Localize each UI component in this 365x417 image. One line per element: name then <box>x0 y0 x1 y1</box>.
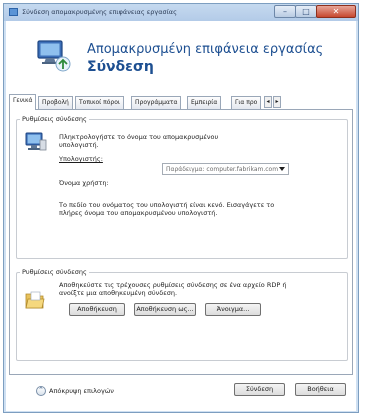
remote-desktop-window: Σύνδεση απομακρυσμένης επιφάνειας εργασί… <box>3 3 359 413</box>
tab-local-resources[interactable]: Τοπικοί πόροι <box>75 96 124 109</box>
computer-empty-hint: Το πεδίο του ονόματος του υπολογιστή είν… <box>59 201 275 217</box>
tab-advanced[interactable]: Για προ <box>231 96 262 109</box>
minimize-icon: – <box>283 7 287 16</box>
tab-general[interactable]: Γενικά <box>9 94 37 110</box>
banner-subtitle: Απομακρυσμένη επιφάνεια εργασίας <box>87 42 324 57</box>
computer-label: Υπολογιστής: <box>59 155 103 163</box>
tab-display[interactable]: Προβολή <box>38 96 73 109</box>
computer-monitor-icon <box>25 132 47 151</box>
maximize-icon: □ <box>302 7 310 16</box>
chevron-up-icon: ⌃ <box>38 386 44 394</box>
remote-desktop-icon <box>9 8 18 16</box>
folder-icon <box>25 291 45 309</box>
banner-title: Σύνδεση <box>87 59 154 75</box>
open-button[interactable]: Άνοιγμα... <box>205 303 261 316</box>
tab-panel-general: Ρυθμίσεις σύνδεσης Πληκτρολογήστε το όνο… <box>9 109 353 375</box>
tab-scroll-right-button[interactable]: ▸ <box>273 96 281 108</box>
minimize-button[interactable]: – <box>274 5 296 18</box>
save-as-button[interactable]: Αποθήκευση ως... <box>134 303 196 316</box>
maximize-button[interactable]: □ <box>295 5 317 18</box>
save-button[interactable]: Αποθήκευση <box>69 303 125 316</box>
connect-button[interactable]: Σύνδεση <box>234 383 285 396</box>
tab-experience[interactable]: Εμπειρία <box>187 96 222 109</box>
logon-settings-group: Ρυθμίσεις σύνδεσης Πληκτρολογήστε το όνο… <box>16 115 348 259</box>
title-bar[interactable]: Σύνδεση απομακρυσμένης επιφάνειας εργασί… <box>4 4 358 21</box>
computer-instruction: Πληκτρολογήστε το όνομα του απομακρυσμέν… <box>59 133 219 149</box>
computer-combobox[interactable]: Παράδειγμα: computer.fabrikam.com <box>162 163 289 175</box>
close-button[interactable]: ✕ <box>316 5 356 18</box>
banner: Απομακρυσμένη επιφάνεια εργασίας Σύνδεση <box>6 21 356 85</box>
user-name-label: Όνομα χρήστη: <box>59 179 109 187</box>
options-toggle-button[interactable]: ⌃ <box>36 386 46 396</box>
close-icon: ✕ <box>332 7 340 16</box>
tab-programs[interactable]: Προγράμματα <box>131 96 182 109</box>
tab-scroll-left-button[interactable]: ◂ <box>264 96 272 108</box>
chevron-down-icon[interactable] <box>279 167 285 171</box>
connection-settings-group: Ρυθμίσεις σύνδεσης Αποθηκεύστε τις τρέχο… <box>16 268 348 361</box>
computer-input[interactable]: Παράδειγμα: computer.fabrikam.com <box>166 166 278 173</box>
window-title: Σύνδεση απομακρυσμένης επιφάνειας εργασί… <box>22 8 177 16</box>
remote-desktop-icon <box>37 40 71 72</box>
connection-settings-description: Αποθηκεύστε τις τρέχουσες ρυθμίσεις σύνδ… <box>59 281 287 297</box>
options-label[interactable]: Απόκρυψη επιλογών <box>49 387 114 395</box>
dialog-client-area: Απομακρυσμένη επιφάνεια εργασίας Σύνδεση… <box>6 21 356 411</box>
tab-strip: Γενικά Προβολή Τοπικοί πόροι Προγράμματα… <box>9 94 353 110</box>
connection-settings-title: Ρυθμίσεις σύνδεσης <box>20 268 89 276</box>
help-button[interactable]: Βοήθεια <box>295 383 346 396</box>
logon-settings-title: Ρυθμίσεις σύνδεσης <box>20 115 89 123</box>
